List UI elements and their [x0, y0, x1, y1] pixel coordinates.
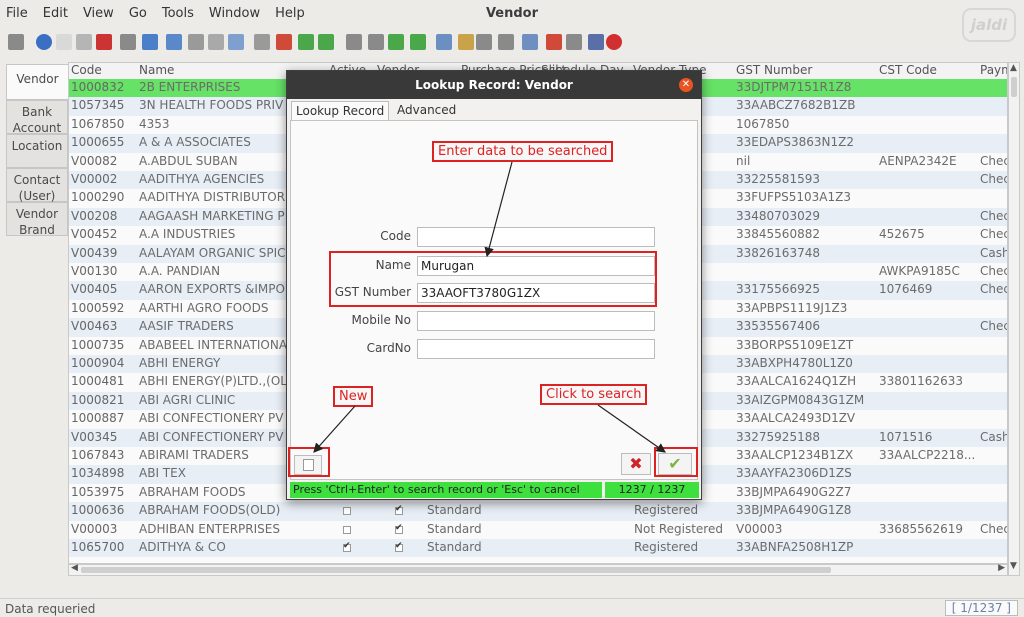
enter-data-arrow — [484, 161, 513, 258]
new-arrow — [313, 405, 356, 453]
annotation-arrows — [313, 161, 666, 453]
click-search-arrow — [597, 404, 666, 453]
